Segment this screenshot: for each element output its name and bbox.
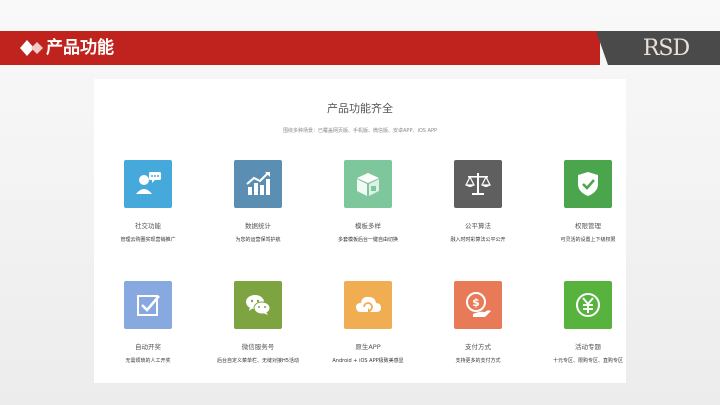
feature-desc: 多套模板后台一键自由切换: [337, 237, 398, 243]
feature-templates[interactable]: 模板多样 多套模板后台一键自由切换: [313, 160, 423, 270]
feature-tile[interactable]: [344, 160, 392, 208]
feature-payment[interactable]: $ 支付方式 支持更多的支付方式: [423, 281, 533, 391]
shield-check-icon: [578, 172, 598, 196]
feature-tile[interactable]: [564, 281, 612, 329]
feature-desc: 管理云购圈实现营销推广: [120, 237, 176, 243]
panel-title: 产品功能齐全: [327, 102, 393, 115]
bar-chart-icon: [246, 172, 270, 195]
feature-desc: 为您的运营保驾护航: [235, 237, 281, 243]
feature-name: 自动开奖: [135, 343, 161, 351]
logo-text: RSD: [642, 35, 690, 61]
social-chat-icon: [136, 172, 161, 194]
feature-desc: 支持更多的支付方式: [455, 358, 501, 364]
feature-name: 支付方式: [465, 343, 491, 351]
scale-icon: [465, 173, 491, 195]
feature-tile[interactable]: [234, 281, 282, 329]
page-title: 产品功能: [46, 38, 114, 58]
feature-name: 权限管理: [575, 222, 601, 230]
payment-icon: $: [466, 292, 491, 317]
feature-desc: 融入时时彩算法公平公开: [450, 237, 506, 243]
feature-native-app[interactable]: 原生APP Android + iOS APP极致美感显: [313, 281, 423, 391]
slide: RSD 产品功能 产品功能齐全 围绕多种场景：已覆盖网页版、手机版、微信版、安卓…: [0, 0, 720, 405]
brand-logo: RSD: [612, 31, 720, 65]
cloud-icon: [356, 296, 381, 314]
feature-tile[interactable]: [234, 160, 282, 208]
feature-desc: Android + iOS APP极致美感显: [332, 358, 404, 364]
feature-tile[interactable]: [124, 281, 172, 329]
feature-wechat[interactable]: 微信服务号 后台自定义菜单栏、无缝对接H5活动: [203, 281, 313, 391]
feature-tile[interactable]: [344, 281, 392, 329]
feature-tile[interactable]: $: [454, 281, 502, 329]
feature-auto-draw[interactable]: 自动开奖 无需烦琐的人工开奖: [93, 281, 203, 391]
features-panel: 产品功能齐全 围绕多种场景：已覆盖网页版、手机版、微信版、安卓APP、iOS A…: [94, 79, 626, 383]
diamond-icon: [20, 40, 43, 56]
feature-name: 原生APP: [355, 343, 381, 351]
template-box-icon: [357, 173, 379, 196]
feature-tile[interactable]: [454, 160, 502, 208]
svg-text:$: $: [472, 296, 480, 309]
feature-name: 公平算法: [465, 222, 491, 230]
feature-tile[interactable]: [124, 160, 172, 208]
feature-algorithm[interactable]: 公平算法 融入时时彩算法公平公开: [423, 160, 533, 270]
feature-name: 微信服务号: [241, 343, 275, 351]
checkbox-icon: [137, 295, 160, 316]
feature-desc: 可灵活的设置上下级权限: [560, 237, 616, 243]
yuan-coin-icon: [576, 293, 600, 317]
feature-desc: 无需烦琐的人工开奖: [125, 358, 171, 364]
feature-name: 活动专题: [575, 343, 601, 351]
feature-social[interactable]: 社交功能 管理云购圈实现营销推广: [93, 160, 203, 270]
panel-subtitle: 围绕多种场景：已覆盖网页版、手机版、微信版、安卓APP、iOS APP: [283, 128, 437, 134]
feature-desc: 后台自定义菜单栏、无缝对接H5活动: [217, 358, 299, 364]
feature-stats[interactable]: 数据统计 为您的运营保驾护航: [203, 160, 313, 270]
feature-desc: 十元专区、限购专区、直购专区: [552, 358, 623, 364]
feature-name: 数据统计: [245, 222, 271, 230]
feature-tile[interactable]: [564, 160, 612, 208]
feature-permissions[interactable]: 权限管理 可灵活的设置上下级权限: [533, 160, 643, 270]
feature-name: 社交功能: [135, 222, 161, 230]
wechat-icon: [246, 295, 271, 315]
feature-promotions[interactable]: 活动专题 十元专区、限购专区、直购专区: [533, 281, 643, 391]
feature-name: 模板多样: [355, 222, 381, 230]
